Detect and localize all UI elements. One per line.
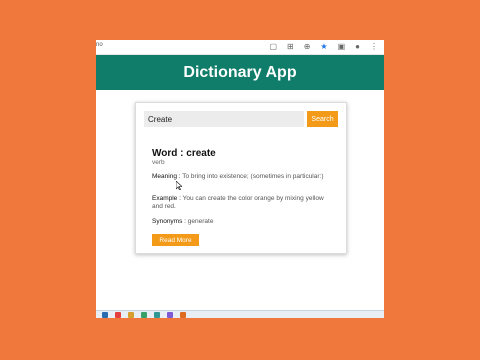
search-button[interactable]: Search <box>307 111 338 127</box>
browser-screen: no ▢ ⊞ ⊕ ★ ▣ ● ⋮ Dictionary App Search W… <box>96 40 384 318</box>
page-title: Dictionary App <box>183 63 297 81</box>
video-frame-bottom <box>0 318 480 360</box>
zoom-icon[interactable]: ⊕ <box>304 42 311 52</box>
part-of-speech: verb <box>152 159 165 166</box>
qr-icon[interactable]: ▢ <box>269 42 277 52</box>
dictionary-card: Search Word : create verb Meaning : To b… <box>135 102 347 254</box>
menu-icon[interactable]: ⋮ <box>370 42 378 52</box>
example-field: Example : You can create the color orang… <box>152 195 332 211</box>
synonyms-field: Synonyms : generate <box>152 218 332 226</box>
grid-icon[interactable]: ⊞ <box>287 42 294 52</box>
read-more-button[interactable]: Read More <box>152 234 199 246</box>
os-taskbar <box>96 310 384 318</box>
synonyms-text: generate <box>187 218 214 225</box>
video-frame-top <box>0 0 480 40</box>
browser-toolbar: no ▢ ⊞ ⊕ ★ ▣ ● ⋮ <box>96 40 384 55</box>
meaning-label: Meaning : <box>152 173 181 180</box>
synonyms-label: Synonyms : <box>152 218 186 225</box>
meaning-text: To bring into existence; (sometimes in p… <box>182 173 324 180</box>
meaning-field: Meaning : To bring into existence; (some… <box>152 173 332 181</box>
profile-icon[interactable]: ● <box>355 42 360 52</box>
browser-icons: ▢ ⊞ ⊕ ★ ▣ ● ⋮ <box>269 42 378 52</box>
app-header: Dictionary App <box>96 55 384 90</box>
search-input[interactable] <box>144 111 304 127</box>
taskbar-icons <box>102 311 186 318</box>
url-fragment: no <box>96 42 103 48</box>
extension-icon[interactable]: ▣ <box>338 42 346 52</box>
example-label: Example : <box>152 195 181 202</box>
bookmark-star-icon[interactable]: ★ <box>320 42 327 52</box>
word-title: Word : create <box>152 148 216 159</box>
